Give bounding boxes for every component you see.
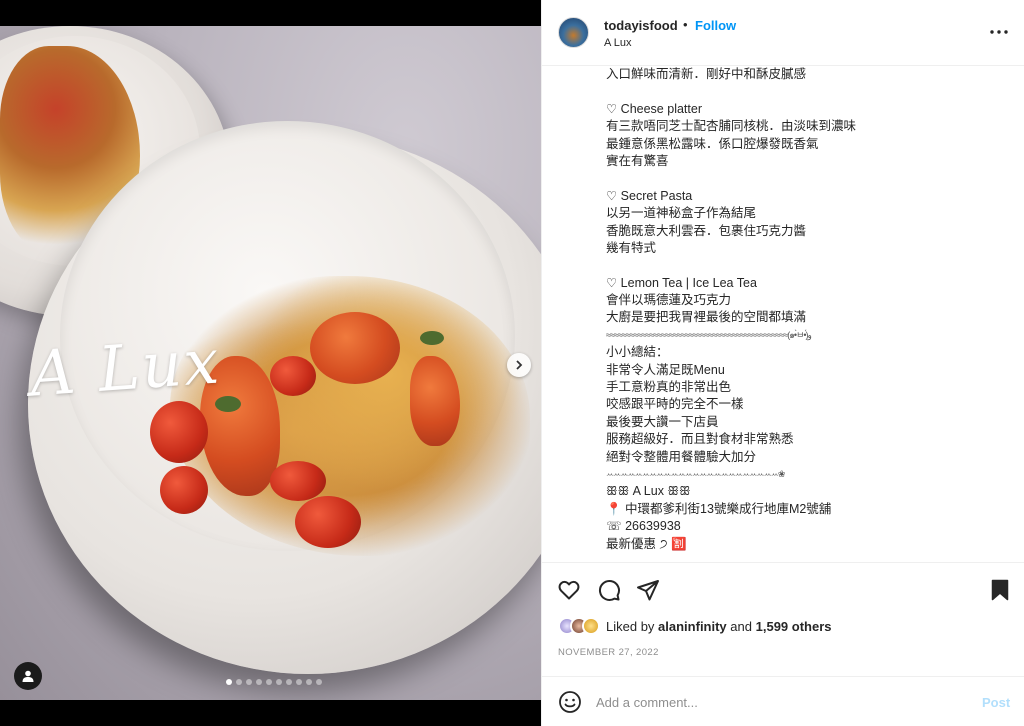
carousel-dot (306, 679, 312, 685)
post-date[interactable]: NOVEMBER 27, 2022 (558, 647, 659, 658)
chevron-right-icon (516, 360, 523, 370)
caption-line: ꕥꕥ A Lux ꕥꕥ (606, 484, 691, 499)
carousel-dot (316, 679, 322, 685)
caption-line: 📍 中環都爹利街13號樂成行地庫M2號舖 (606, 501, 832, 516)
caption-line: 大廚是要把我胃裡最後的空間都填滿 (606, 310, 807, 325)
liker-avatar[interactable] (582, 617, 600, 635)
user-icon (22, 670, 34, 682)
caption-line: 以另一道神秘盒子作為結尾 (606, 206, 757, 221)
post-header: todayisfood • Follow A Lux (542, 0, 1024, 66)
caption-line: 絕對令整體用餐體驗大加分 (606, 449, 757, 464)
cherry-tomato (150, 401, 208, 463)
carousel-dot (256, 679, 262, 685)
cherry-tomato (295, 496, 361, 548)
save-button[interactable] (988, 578, 1012, 602)
like-button[interactable] (557, 578, 581, 602)
likes-others-link[interactable]: 1,599 others (756, 619, 832, 634)
caption-scroll-area[interactable]: 入口鮮味而清新．剛好中和酥皮膩感 ♡ Cheese platter 有三款唔同芝士配… (542, 66, 1024, 562)
caption-line: ꕀꕀꕀꕀꕀꕀꕀꕀꕀꕀꕀꕀꕀꕀꕀꕀꕀꕀꕀꕀꕀꕀꕀꕀ❀ (606, 468, 785, 479)
caption-line: 小小總結： (606, 345, 669, 360)
smiley-icon (559, 691, 581, 713)
likes-joiner: and (730, 618, 752, 634)
more-options-button[interactable] (989, 22, 1009, 42)
likes-text: Liked by alaninfinity and 1,599 others (606, 619, 832, 634)
caption-line: ♡ Secret Pasta (606, 188, 693, 203)
tagged-users-button[interactable] (14, 662, 42, 690)
comment-input[interactable] (596, 691, 966, 713)
caption-line: ☏ 26639938 (606, 519, 681, 534)
cherry-tomato (160, 466, 208, 514)
post-details-panel: todayisfood • Follow A Lux 入口鮮味而清新．剛好中和酥… (541, 0, 1024, 726)
carousel-indicator (226, 679, 322, 685)
post-media[interactable]: A Lux (0, 26, 541, 700)
comment-button[interactable] (597, 578, 621, 602)
share-icon (637, 580, 659, 601)
caption-line: 會伴以瑪德蓮及巧克力 (606, 293, 732, 308)
caption-line (606, 83, 1006, 100)
more-horizontal-icon (990, 30, 1008, 34)
caption-line: 最後要大讚一下店員 (606, 414, 719, 429)
header-separator: • (683, 17, 688, 32)
carousel-dot (276, 679, 282, 685)
bookmark-icon (991, 579, 1009, 601)
location-link[interactable]: A Lux (604, 37, 632, 49)
caption-line: 入口鮮味而清新．剛好中和酥皮膩感 (606, 67, 807, 81)
emoji-button[interactable] (558, 690, 582, 714)
caption-line: 手工意粉真的非常出色 (606, 380, 732, 395)
liker-username-link[interactable]: alaninfinity (658, 619, 727, 634)
carousel-dot (296, 679, 302, 685)
caption-line: 實在有驚喜 (606, 153, 669, 168)
cherry-tomato (270, 356, 316, 396)
carousel-dot (236, 679, 242, 685)
caption-line: ≈≈≈≈≈≈≈≈≈≈≈≈≈≈≈≈≈≈≈≈≈≈≈≈≈≈≈≈≈≈≈≈≈≈≈≈≈≈≈≈… (606, 329, 813, 340)
herb-leaf (215, 396, 241, 412)
caption-text: 入口鮮味而清新．剛好中和酥皮膩感 ♡ Cheese platter 有三款唔同芝士配… (606, 66, 1006, 553)
caption-line: 咬感跟平時的完全不一樣 (606, 397, 744, 412)
post-comment-button[interactable]: Post (982, 695, 1010, 710)
follow-button[interactable]: Follow (695, 18, 736, 33)
caption-line (606, 257, 1006, 274)
caption-line: 香脆既意大利雲吞．包裹住巧克力醬 (606, 223, 807, 238)
caption-line: 最鍾意係黑松露味．係口腔爆發既香氣 (606, 136, 819, 151)
herb-leaf (420, 331, 444, 345)
cherry-tomato (270, 461, 326, 501)
caption-line: 非常令人滿足既Menu (606, 362, 725, 377)
caption-line: 服務超級好．而且對食材非常熟悉 (606, 432, 794, 447)
comment-bar: Post (542, 676, 1024, 726)
caption-line: ♡ Cheese platter (606, 101, 702, 116)
likes-prefix: Liked by (606, 618, 655, 634)
carousel-dot (266, 679, 272, 685)
caption-line (606, 170, 1006, 187)
caption-line: 最新優惠 ੭ 🈹 (606, 536, 687, 551)
comment-icon (598, 579, 620, 601)
share-button[interactable] (636, 578, 660, 602)
caption-line: 有三款唔同芝士配杏脯同核桃．由淡味到濃味 (606, 119, 857, 134)
carousel-dot (226, 679, 232, 685)
heart-icon (558, 580, 580, 600)
action-bar (542, 562, 1024, 612)
watermark-text: A Lux (27, 324, 223, 411)
username-link[interactable]: todayisfood (604, 18, 678, 33)
avatar[interactable] (558, 17, 589, 48)
carousel-dot (286, 679, 292, 685)
carousel-dot (246, 679, 252, 685)
prawn (310, 312, 400, 384)
likes-summary: Liked by alaninfinity and 1,599 others (558, 617, 832, 635)
caption-line: 幾有特式 (606, 240, 657, 255)
carousel-next-button[interactable] (507, 353, 531, 377)
app-window: A Lux todayisfood • Follow A Lux 入口鮮味而清新… (0, 0, 1024, 726)
caption-line: ♡ Lemon Tea | Ice Lea Tea (606, 275, 757, 290)
